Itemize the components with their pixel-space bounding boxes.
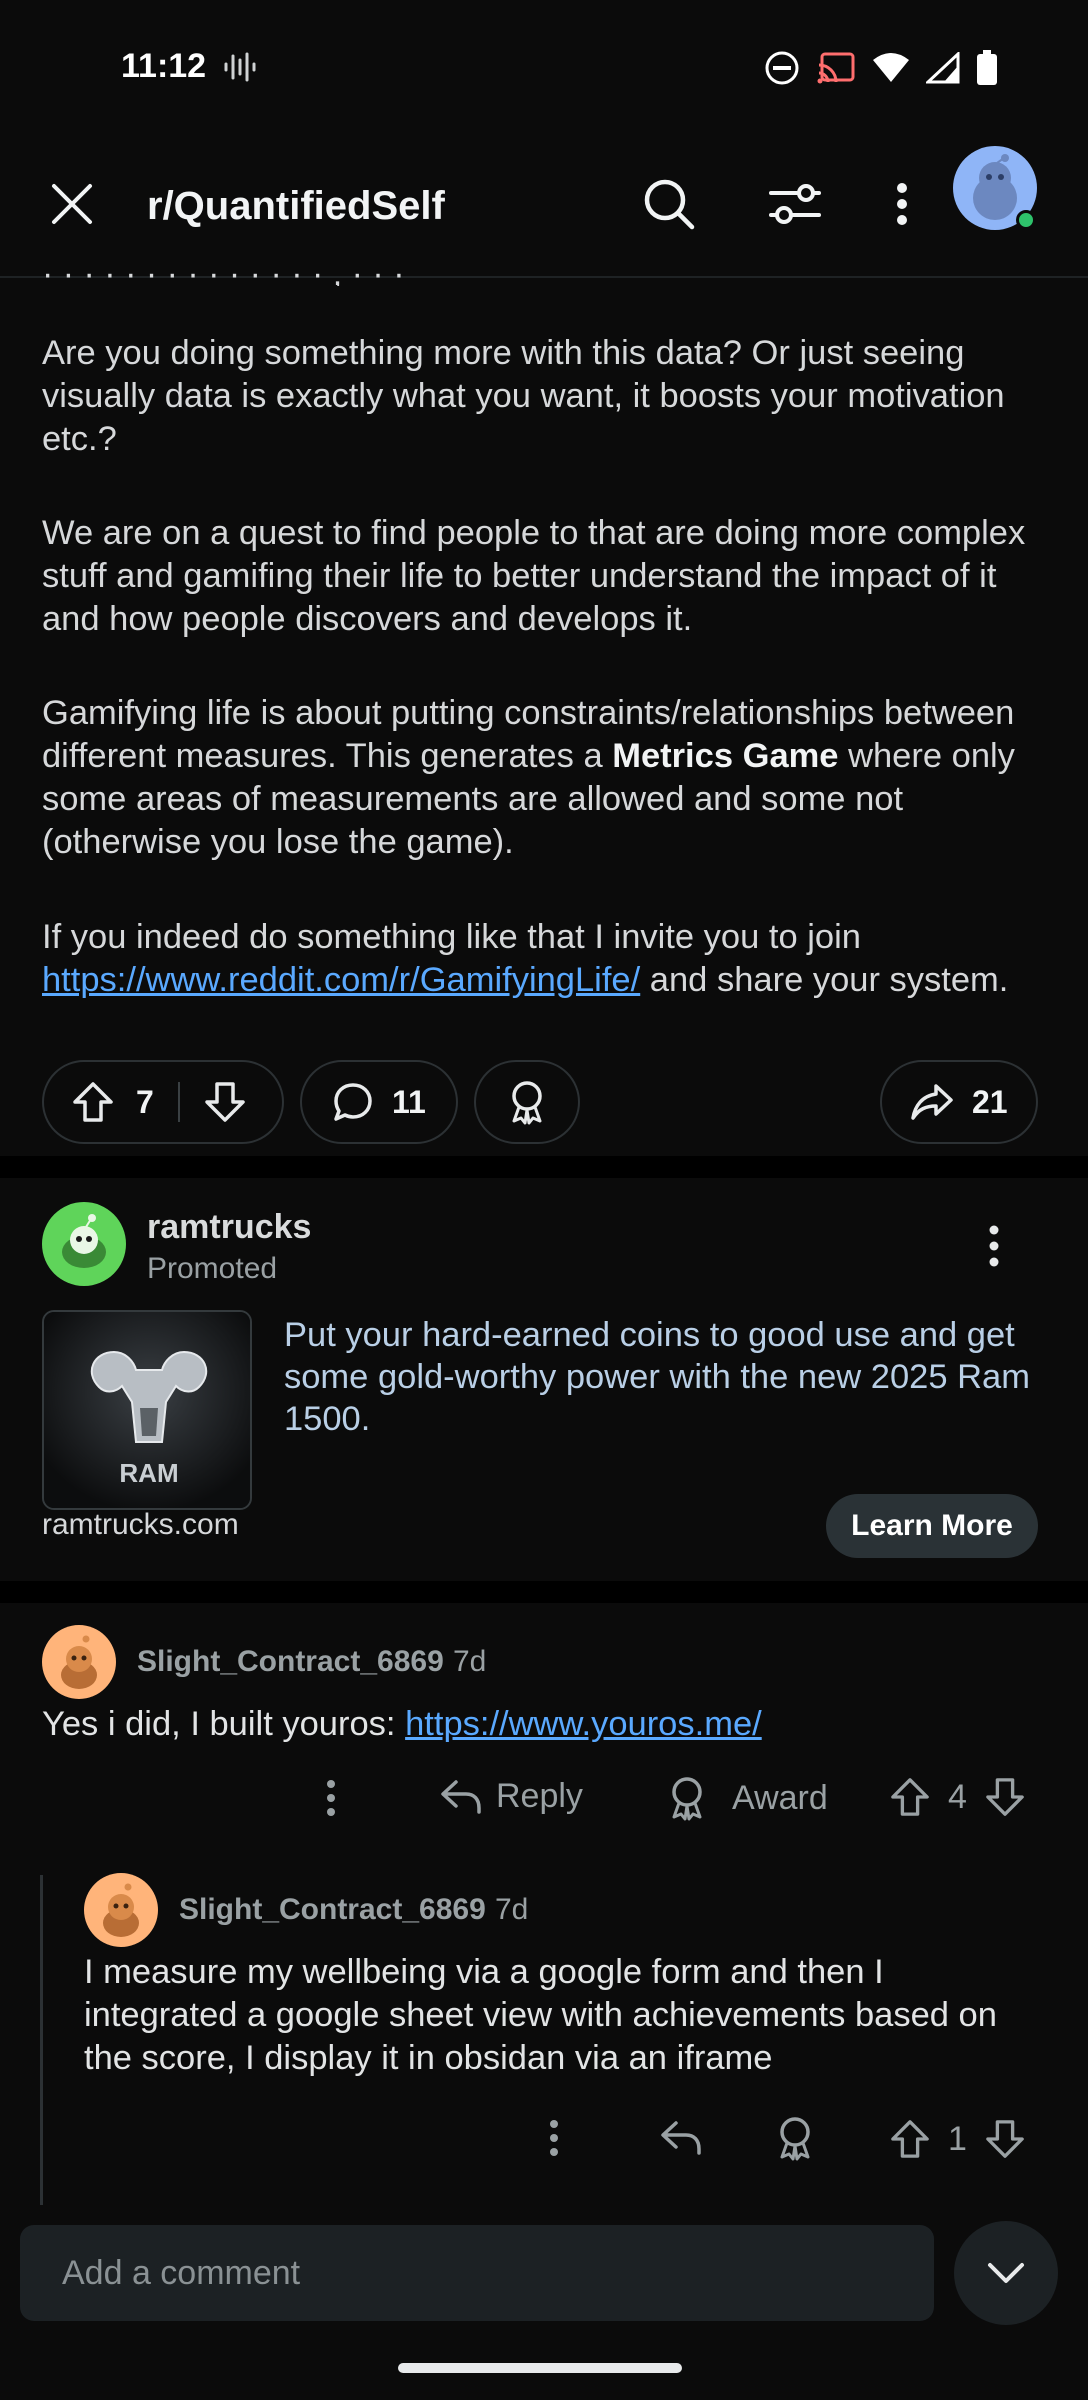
post-bold-text: Metrics Game [612,737,839,775]
comment-body: Yes i did, I built youros: [42,1705,406,1743]
post-paragraph: We are on a quest to find people to that… [42,514,1026,638]
more-vert-icon [897,183,907,225]
advertiser-avatar[interactable] [42,1202,126,1286]
comment-score: 4 [948,1777,967,1816]
comment-text: I measure my wellbeing via a google form… [84,1953,997,2077]
status-time: 11:12 [121,47,207,85]
share-count: 21 [972,1083,1008,1120]
dnd-icon [765,51,799,85]
more-vert-icon [550,2120,558,2156]
snoo-avatar-icon [61,1635,97,1689]
reply-button[interactable] [660,2119,702,2157]
comment-link[interactable]: https://www.youros.me/ [405,1705,762,1743]
share-button[interactable]: 21 [880,1060,1038,1144]
upvote-icon[interactable] [72,1081,114,1123]
commenter-avatar[interactable] [42,1625,116,1699]
post-paragraph: Are you doing something more with this d… [42,334,1005,458]
learn-more-button[interactable]: Learn More [826,1494,1038,1558]
comment-votes: 1 [890,2119,1025,2159]
upvote-icon[interactable] [890,2119,930,2159]
post-link[interactable]: https://www.reddit.com/r/GamifyingLife/ [42,961,640,999]
comment-age: 7d [453,1645,487,1678]
comments-section: Slight_Contract_6869 7d Yes i did, I bui… [0,1603,1088,2223]
ad-domain[interactable]: ramtrucks.com [42,1508,239,1542]
ram-logo-icon: RAM [44,1312,250,1508]
snoo-avatar-icon [62,1214,106,1268]
filter-icon [769,184,821,224]
online-status-dot [1016,210,1036,230]
downvote-icon[interactable] [204,1081,246,1123]
close-icon[interactable] [50,182,94,226]
promoted-post[interactable]: ramtrucks Promoted RAM Put your hard-ear… [0,1178,1088,1581]
reply-button[interactable]: Reply [440,1777,583,1816]
status-bar: 11:12 [0,0,1088,130]
post-text: If you indeed do something like that I i… [42,918,861,956]
reply-label: Reply [496,1777,583,1815]
subreddit-title[interactable]: r/QuantifiedSelf [147,184,445,229]
comments-button[interactable]: 11 [300,1060,458,1144]
post-actions: 7 11 21 [0,1060,1088,1144]
comment-more-button[interactable] [547,2118,561,2158]
post-paragraph: Gamifying life is about putting constrai… [42,692,1052,864]
post-paragraph: If you indeed do something like that I i… [42,916,1052,1002]
promoted-label: Promoted [147,1252,278,1285]
award-label: Award [732,1778,828,1817]
post-body: · · · · · · · · · · · · · · , · · · Are … [0,266,1088,1155]
top-app-bar: r/QuantifiedSelf [0,130,1088,278]
commenter-avatar[interactable] [84,1873,158,1947]
share-icon [911,1084,953,1120]
comment-icon [334,1083,372,1121]
reply-icon [661,2121,701,2155]
more-vert-icon[interactable] [982,1222,1006,1270]
ad-text: Put your hard-earned coins to good use a… [284,1316,1030,1438]
comment-username[interactable]: Slight_Contract_6869 [137,1645,444,1679]
advertiser-name[interactable]: ramtrucks [147,1208,311,1247]
cast-icon [817,52,855,84]
search-button[interactable] [641,176,697,232]
upvote-icon[interactable] [890,1777,930,1817]
award-icon [672,1777,702,1821]
reply-icon [441,1779,481,1814]
battery-icon [977,50,997,85]
comment-age: 7d [495,1893,529,1926]
thread-line[interactable] [40,1875,43,2211]
comment-username[interactable]: Slight_Contract_6869 [179,1893,486,1927]
award-icon [780,2117,810,2161]
comment-score: 1 [948,2119,967,2158]
award-button[interactable] [774,2115,816,2161]
comment-votes: 4 [890,1777,1025,1817]
status-icons [764,50,998,86]
comment-count: 11 [392,1083,426,1120]
award-icon [512,1081,542,1125]
vote-count: 7 [136,1083,154,1120]
home-indicator[interactable] [398,2363,682,2373]
more-options-button[interactable] [874,176,930,232]
vote-divider [177,1082,180,1122]
svg-text:RAM: RAM [119,1458,178,1488]
section-divider [0,1156,1088,1178]
comment-text: Yes i did, I built youros: https://www.y… [42,1703,1042,1746]
post-text: and share your system. [640,961,1009,999]
award-button[interactable]: Award [666,1775,828,1821]
collapse-button[interactable] [954,2221,1058,2325]
award-button[interactable] [474,1060,580,1144]
comment-more-button[interactable] [324,1778,338,1818]
filter-button[interactable] [767,176,823,232]
audio-wave-icon [224,52,256,82]
wifi-icon [873,53,909,82]
section-divider [0,1581,1088,1603]
chevron-down-icon [988,2263,1024,2283]
clipped-text: · · · · · · · · · · · · · · , · · · [42,266,405,286]
downvote-icon[interactable] [985,1777,1025,1817]
ad-thumbnail[interactable]: RAM [42,1310,252,1510]
add-comment-input[interactable] [20,2225,934,2321]
downvote-icon[interactable] [985,2119,1025,2159]
search-icon [644,179,695,230]
snoo-avatar-icon [103,1883,139,1937]
vote-pill: 7 [42,1060,284,1144]
signal-icon [926,52,960,84]
more-vert-icon [327,1780,335,1816]
